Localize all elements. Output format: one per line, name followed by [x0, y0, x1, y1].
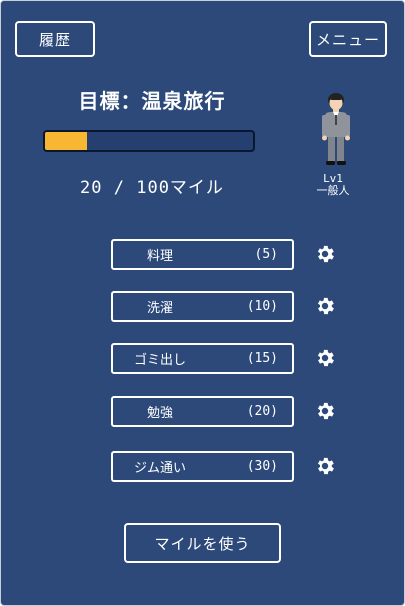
task-button-study[interactable]: 勉強 (20) — [111, 396, 294, 427]
use-miles-button[interactable]: マイルを使う — [124, 523, 281, 563]
task-miles: (20) — [246, 404, 278, 419]
miles-progress-bar — [43, 130, 255, 152]
task-button-laundry[interactable]: 洗濯 (10) — [111, 291, 294, 322]
gear-icon[interactable] — [314, 400, 336, 422]
task-miles: (30) — [246, 459, 278, 474]
task-miles: (10) — [246, 299, 278, 314]
task-name: 洗濯 — [146, 301, 173, 316]
miles-progress-text: 20 / 100マイル — [80, 178, 224, 198]
gear-icon[interactable] — [314, 295, 336, 317]
user-level-text: Lv1 一般人 — [305, 173, 361, 197]
task-miles: (15) — [246, 351, 278, 366]
gear-icon[interactable] — [314, 243, 336, 265]
task-button-gym[interactable]: ジム通い (30) — [111, 451, 294, 482]
task-button-cooking[interactable]: 料理 (5) — [111, 239, 294, 270]
gear-icon[interactable] — [314, 455, 336, 477]
app-screen: 履歴 メニュー 目標：温泉旅行 20 / 100マイル Lv1 一般人 料理 (… — [0, 0, 405, 606]
task-name: ゴミ出し — [133, 353, 186, 368]
miles-progress-fill — [45, 132, 87, 150]
history-button[interactable]: 履歴 — [15, 21, 95, 57]
task-button-trash[interactable]: ゴミ出し (15) — [111, 343, 294, 374]
task-miles: (5) — [254, 247, 278, 262]
user-rank: 一般人 — [316, 184, 350, 197]
goal-title: 目標：温泉旅行 — [78, 89, 226, 113]
task-name: 勉強 — [146, 406, 173, 421]
task-name: 料理 — [146, 249, 173, 264]
avatar — [322, 93, 350, 165]
menu-button[interactable]: メニュー — [309, 21, 387, 57]
gear-icon[interactable] — [314, 347, 336, 369]
task-name: ジム通い — [133, 461, 186, 476]
